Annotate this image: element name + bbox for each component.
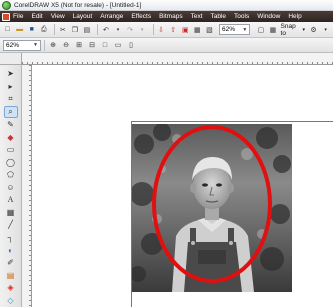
snap-to-label: Snap to	[280, 22, 296, 37]
undo-dropdown-icon[interactable]: ▾	[113, 25, 122, 35]
welcome-screen-icon[interactable]: ▧	[205, 25, 214, 35]
outline-tool-icon[interactable]: ▤	[4, 269, 18, 281]
redo-icon[interactable]: ↷	[126, 25, 135, 35]
menu-effects[interactable]: Effects	[131, 13, 151, 20]
menu-file[interactable]: File	[13, 13, 23, 20]
options-dropdown-icon[interactable]: ▾	[321, 25, 330, 35]
menu-bitmaps[interactable]: Bitmaps	[159, 13, 182, 20]
toolbar-separator	[54, 24, 56, 35]
menu-help[interactable]: Help	[288, 13, 301, 20]
toolbox: ➤ ▸ ⌗ ⌕ ✎ ◆ ▭ ◯ ⬠ ☺ A ▦ ╱ ┐ ◐ ✐ ▤ ◈ ◇	[0, 65, 22, 307]
options-icon[interactable]: ⚙	[309, 25, 318, 35]
toolbar-separator	[97, 24, 99, 35]
zoom-selected-icon[interactable]: ⊞	[74, 40, 84, 50]
save-icon[interactable]: ■	[27, 25, 36, 35]
zoom-level-select[interactable]: 62% ▼	[218, 24, 251, 35]
zoom-level-value: 62%	[6, 41, 20, 49]
photograph-image	[132, 124, 292, 292]
freehand-tool-icon[interactable]: ✎	[4, 119, 18, 131]
window-title: CorelDRAW X5 (Not for resale) - [Untitle…	[14, 1, 142, 9]
chevron-down-icon: ▼	[242, 26, 248, 33]
interactive-fill-tool-icon[interactable]: ◇	[4, 295, 18, 307]
zoom-page-width-icon[interactable]: ▭	[113, 40, 123, 50]
ellipse-tool-icon[interactable]: ◯	[4, 156, 18, 168]
shape-tool-icon[interactable]: ▸	[4, 81, 18, 93]
crop-tool-icon[interactable]: ⌗	[4, 93, 18, 105]
vertical-ruler[interactable]	[22, 65, 32, 307]
menu-edit[interactable]: Edit	[31, 13, 42, 20]
full-screen-preview-icon[interactable]: ▢	[256, 25, 265, 35]
menu-table[interactable]: Table	[211, 13, 227, 20]
chevron-down-icon: ▾	[302, 26, 305, 33]
property-bar: 62% ▼ ⊕ ⊖ ⊞ ⊟ □ ▭ ▯	[0, 38, 333, 53]
menu-window[interactable]: Window	[257, 13, 280, 20]
menu-text[interactable]: Text	[191, 13, 203, 20]
open-folder-icon[interactable]: ▬	[15, 25, 24, 35]
zoom-tool-icon[interactable]: ⌕	[3, 105, 18, 118]
menu-bar: File Edit View Layout Arrange Effects Bi…	[0, 11, 333, 22]
zoom-in-icon[interactable]: ⊕	[48, 40, 58, 50]
connector-tool-icon[interactable]: ┐	[4, 232, 18, 244]
grid-icon[interactable]: ▦	[268, 25, 277, 35]
dimension-tool-icon[interactable]: ╱	[4, 219, 18, 231]
title-bar: CorelDRAW X5 (Not for resale) - [Untitle…	[0, 0, 333, 11]
toolbar-separator	[152, 24, 154, 35]
application-launcher-icon[interactable]: ▦	[193, 25, 202, 35]
pick-tool-icon[interactable]: ➤	[4, 68, 18, 80]
snap-to-menu[interactable]: Snap to ▾	[281, 23, 305, 37]
polygon-tool-icon[interactable]: ⬠	[4, 169, 18, 181]
zoom-level-select[interactable]: 62% ▼	[3, 39, 41, 51]
document-menu-icon[interactable]	[2, 12, 10, 21]
text-tool-icon[interactable]: A	[4, 194, 18, 206]
cut-icon[interactable]: ✂	[58, 25, 67, 35]
horizontal-ruler[interactable]	[22, 53, 333, 65]
toolbar-separator	[44, 39, 45, 51]
standard-toolbar: □ ▬ ■ ⎙ ✂ ❐ ▤ ↶ ▾ ↷ ▾ ⇩ ⇧ ▣ ▦ ▧ 62% ▼ ▢ …	[0, 22, 333, 38]
menu-view[interactable]: View	[51, 13, 65, 20]
zoom-level-value: 62%	[221, 26, 235, 33]
import-icon[interactable]: ⇩	[157, 25, 166, 35]
smart-fill-tool-icon[interactable]: ◆	[4, 131, 18, 143]
paste-icon[interactable]: ▤	[82, 25, 91, 35]
new-document-icon[interactable]: □	[3, 25, 12, 35]
print-icon[interactable]: ⎙	[39, 25, 48, 35]
basic-shapes-tool-icon[interactable]: ☺	[4, 182, 18, 194]
zoom-all-objects-icon[interactable]: ⊟	[87, 40, 97, 50]
zoom-page-height-icon[interactable]: ▯	[126, 40, 136, 50]
coreldraw-app-icon	[2, 0, 11, 10]
zoom-out-icon[interactable]: ⊖	[61, 40, 71, 50]
boy-photograph[interactable]	[132, 124, 292, 292]
blend-tool-icon[interactable]: ◐	[4, 244, 18, 256]
chevron-down-icon: ▼	[33, 42, 38, 48]
fill-tool-icon[interactable]: ◈	[4, 282, 18, 294]
export-icon[interactable]: ⇧	[169, 25, 178, 35]
menu-tools[interactable]: Tools	[234, 13, 249, 20]
publish-pdf-icon[interactable]: ▣	[181, 25, 190, 35]
redo-dropdown-icon[interactable]: ▾	[138, 25, 147, 35]
ruler-origin[interactable]	[0, 53, 22, 65]
undo-icon[interactable]: ↶	[101, 25, 110, 35]
menu-layout[interactable]: Layout	[73, 13, 93, 20]
copy-icon[interactable]: ❐	[70, 25, 79, 35]
rectangle-tool-icon[interactable]: ▭	[4, 144, 18, 156]
menu-arrange[interactable]: Arrange	[100, 13, 123, 20]
zoom-page-icon[interactable]: □	[100, 40, 110, 50]
table-tool-icon[interactable]: ▦	[4, 207, 18, 219]
eyedropper-tool-icon[interactable]: ✐	[4, 257, 18, 269]
